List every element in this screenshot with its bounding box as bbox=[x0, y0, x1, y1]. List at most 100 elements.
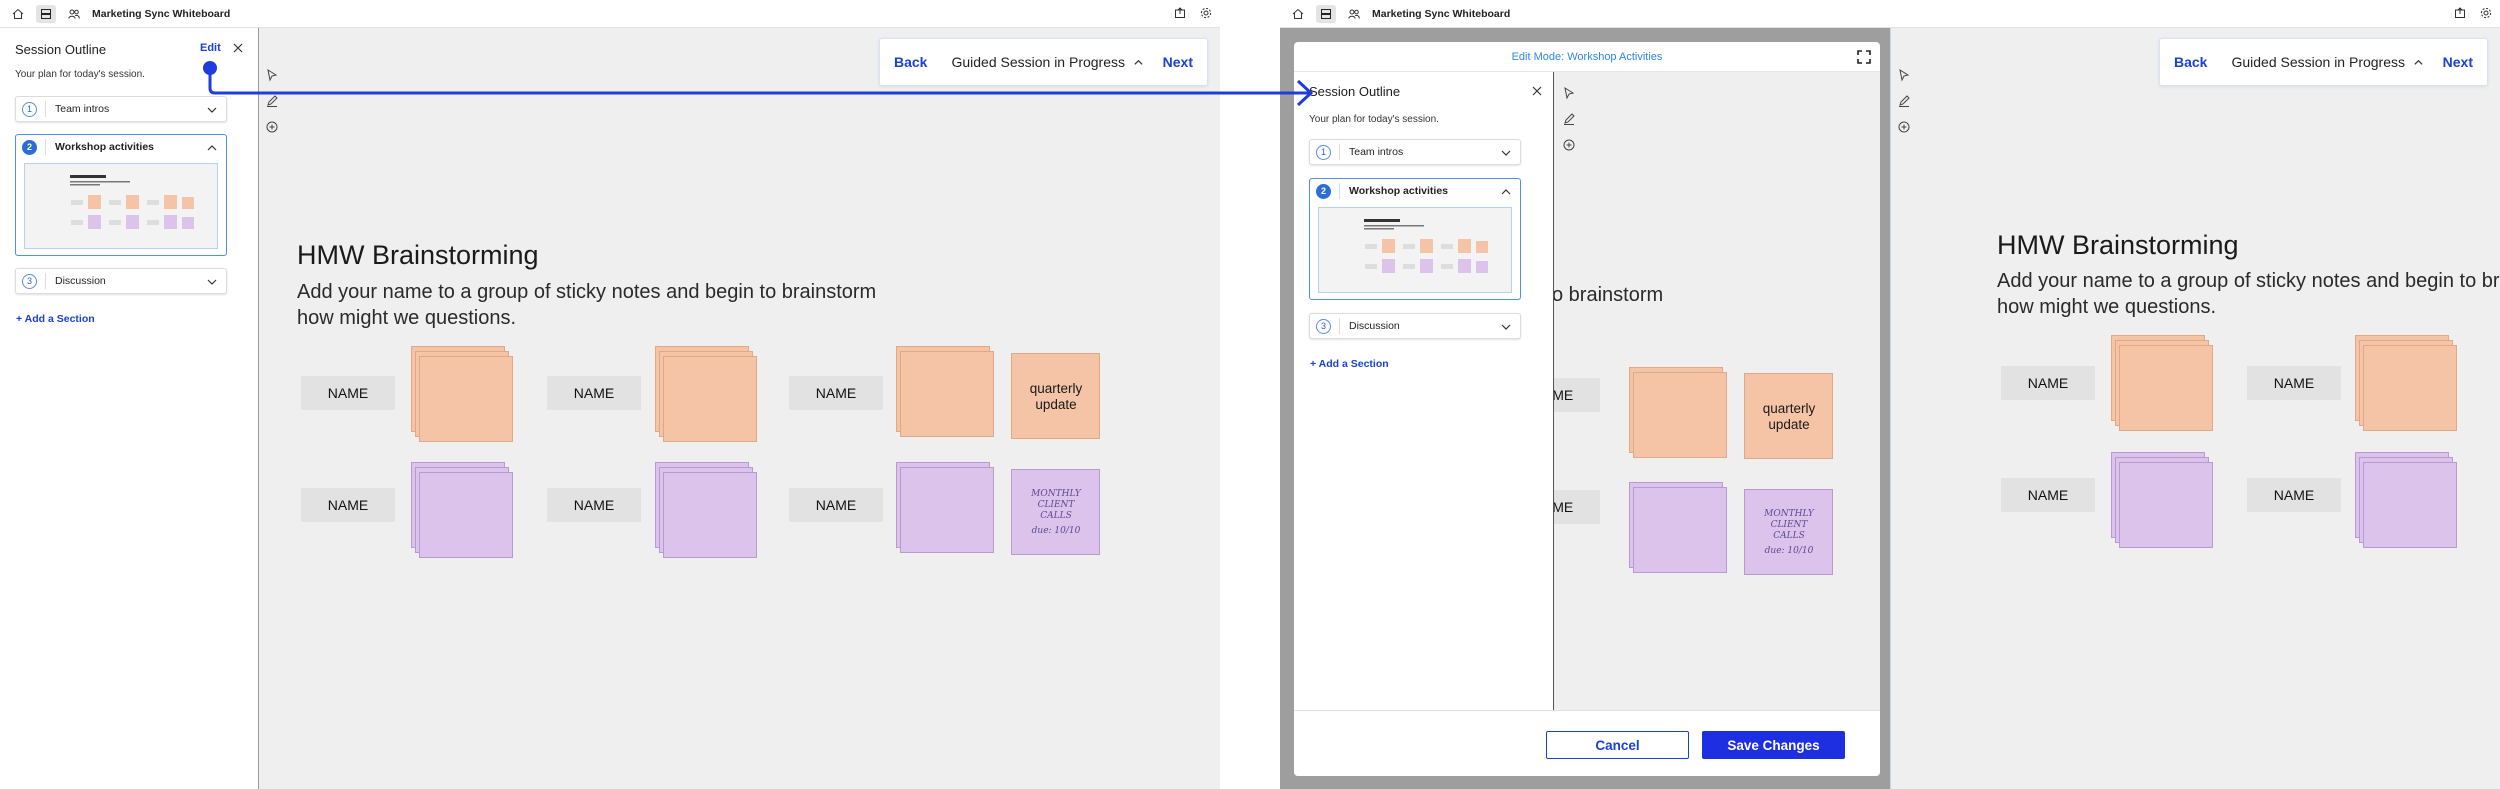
board-view-icon[interactable] bbox=[1316, 4, 1336, 23]
section-number: 3 bbox=[22, 273, 37, 289]
people-icon[interactable] bbox=[66, 6, 82, 22]
back-button[interactable]: Back bbox=[2174, 54, 2207, 70]
edit-mode-modal: Edit Mode: Workshop Activities Session O… bbox=[1294, 42, 1880, 776]
sticky-note[interactable] bbox=[663, 472, 757, 558]
session-status-dropdown[interactable]: Guided Session in Progress bbox=[2231, 54, 2424, 70]
add-circle-icon[interactable] bbox=[1562, 138, 1576, 152]
pen-icon[interactable] bbox=[1562, 112, 1576, 126]
section-workshop-activities[interactable]: 2 Workshop activities bbox=[1309, 178, 1521, 300]
chevron-down-icon[interactable] bbox=[206, 103, 218, 115]
section-team-intros[interactable]: 1 Team intros bbox=[15, 96, 227, 122]
add-section-link[interactable]: + Add a Section bbox=[1310, 358, 1389, 370]
name-label[interactable]: NAME bbox=[789, 376, 883, 410]
handwritten-line: CLIENT bbox=[1770, 519, 1808, 530]
whiteboard-canvas[interactable]: Back Guided Session in Progress Next HMW… bbox=[1890, 28, 2500, 789]
close-icon[interactable] bbox=[232, 41, 246, 55]
add-circle-icon[interactable] bbox=[265, 120, 279, 134]
chevron-up-icon bbox=[2414, 59, 2423, 65]
pointer-icon[interactable] bbox=[1897, 68, 1911, 82]
section-thumbnail[interactable] bbox=[24, 163, 218, 249]
pointer-icon[interactable] bbox=[265, 68, 279, 82]
handwritten-note: MONTHLY CLIENT CALLS due: 10/10 bbox=[1012, 470, 1100, 556]
board-view-icon[interactable] bbox=[36, 4, 56, 23]
sticky-note-quarterly-update[interactable]: quarterly update bbox=[1011, 353, 1100, 439]
sticky-note-monthly-client-calls[interactable]: MONTHLY CLIENT CALLS due: 10/10 bbox=[1744, 489, 1833, 575]
section-discussion[interactable]: 3 Discussion bbox=[15, 268, 227, 294]
handwritten-note: MONTHLY CLIENT CALLS due: 10/10 bbox=[1745, 490, 1833, 576]
name-label[interactable]: NAME bbox=[547, 488, 641, 522]
gear-icon[interactable] bbox=[2480, 6, 2492, 24]
board-description-partial: o brainstorm bbox=[1553, 284, 1664, 306]
sticky-note[interactable] bbox=[1633, 372, 1727, 458]
panel-title: Session Outline bbox=[15, 42, 107, 57]
section-thumbnail[interactable] bbox=[1318, 207, 1512, 293]
section-number: 2 bbox=[22, 139, 37, 155]
name-label[interactable]: NAME bbox=[1554, 490, 1600, 524]
sticky-note[interactable] bbox=[663, 356, 757, 442]
chevron-up-icon[interactable] bbox=[1500, 185, 1512, 197]
chevron-up-icon[interactable] bbox=[206, 141, 218, 153]
name-label[interactable]: NAME bbox=[2001, 366, 2095, 400]
add-section-link[interactable]: + Add a Section bbox=[16, 313, 95, 325]
whiteboard-canvas[interactable]: Back Guided Session in Progress Next HMW… bbox=[258, 28, 1220, 789]
sticky-note[interactable] bbox=[419, 472, 513, 558]
sticky-note[interactable] bbox=[900, 351, 994, 437]
back-button[interactable]: Back bbox=[894, 54, 927, 70]
name-label[interactable]: NAME bbox=[301, 488, 395, 522]
chevron-down-icon[interactable] bbox=[206, 275, 218, 287]
section-team-intros[interactable]: 1 Team intros bbox=[1309, 139, 1521, 165]
save-changes-button[interactable]: Save Changes bbox=[1702, 731, 1845, 759]
panel-subtitle: Your plan for today's session. bbox=[15, 69, 145, 80]
chevron-down-icon[interactable] bbox=[1500, 320, 1512, 332]
section-label: Workshop activities bbox=[55, 141, 155, 153]
divider bbox=[1339, 318, 1340, 334]
sticky-note[interactable] bbox=[2119, 462, 2213, 548]
sticky-note[interactable] bbox=[419, 356, 513, 442]
section-discussion[interactable]: 3 Discussion bbox=[1309, 313, 1521, 339]
sticky-note[interactable] bbox=[900, 467, 994, 553]
sticky-note-quarterly-update[interactable]: quarterly update bbox=[1744, 373, 1833, 459]
sticky-note-monthly-client-calls[interactable]: MONTHLY CLIENT CALLS due: 10/10 bbox=[1011, 469, 1100, 555]
share-icon[interactable] bbox=[1174, 6, 1186, 24]
sticky-note[interactable] bbox=[2119, 345, 2213, 431]
board-description: Add your name to a group of sticky notes… bbox=[1997, 268, 2500, 320]
edit-outline-link[interactable]: Edit bbox=[200, 42, 221, 54]
close-icon[interactable] bbox=[1531, 84, 1545, 98]
divider bbox=[1339, 144, 1340, 160]
sticky-note[interactable] bbox=[2363, 345, 2457, 431]
sticky-note[interactable] bbox=[1633, 487, 1727, 573]
session-status-dropdown[interactable]: Guided Session in Progress bbox=[951, 54, 1144, 70]
name-label[interactable]: NAME bbox=[301, 376, 395, 410]
home-icon[interactable] bbox=[10, 6, 26, 22]
pointer-icon[interactable] bbox=[1562, 86, 1576, 100]
session-outline-panel: Session Outline Your plan for today's se… bbox=[1294, 72, 1553, 712]
name-label[interactable]: NAME bbox=[547, 376, 641, 410]
name-label[interactable]: NAME bbox=[789, 488, 883, 522]
name-label[interactable]: NAME bbox=[2247, 366, 2341, 400]
people-icon[interactable] bbox=[1346, 6, 1362, 22]
sticky-note[interactable] bbox=[2363, 462, 2457, 548]
share-icon[interactable] bbox=[2454, 6, 2466, 24]
name-label[interactable]: NAME bbox=[2247, 478, 2341, 512]
section-workshop-activities[interactable]: 2 Workshop activities bbox=[15, 134, 227, 256]
sticky-note-text: quarterly update bbox=[1029, 380, 1083, 412]
next-button[interactable]: Next bbox=[2443, 54, 2473, 70]
next-button[interactable]: Next bbox=[1163, 54, 1193, 70]
app-title: Marketing Sync Whiteboard bbox=[1372, 7, 1511, 20]
pen-icon[interactable] bbox=[1897, 94, 1911, 108]
canvas-toolbar bbox=[1897, 68, 1913, 134]
gear-icon[interactable] bbox=[1200, 6, 1212, 24]
handwritten-line: due: 10/10 bbox=[1031, 526, 1081, 537]
chevron-down-icon[interactable] bbox=[1500, 146, 1512, 158]
fullscreen-icon[interactable] bbox=[1856, 49, 1872, 65]
board-title: HMW Brainstorming bbox=[1997, 230, 2239, 260]
name-label[interactable]: NAME bbox=[1554, 378, 1600, 412]
board-title: HMW Brainstorming bbox=[297, 240, 539, 270]
cancel-button[interactable]: Cancel bbox=[1546, 731, 1689, 759]
home-icon[interactable] bbox=[1290, 6, 1306, 22]
guided-session-bar: Back Guided Session in Progress Next bbox=[2159, 38, 2488, 86]
add-circle-icon[interactable] bbox=[1897, 120, 1911, 134]
modal-whiteboard-preview[interactable]: o brainstorm NAME quarterly update NAME … bbox=[1553, 72, 1880, 712]
pen-icon[interactable] bbox=[265, 94, 279, 108]
name-label[interactable]: NAME bbox=[2001, 478, 2095, 512]
